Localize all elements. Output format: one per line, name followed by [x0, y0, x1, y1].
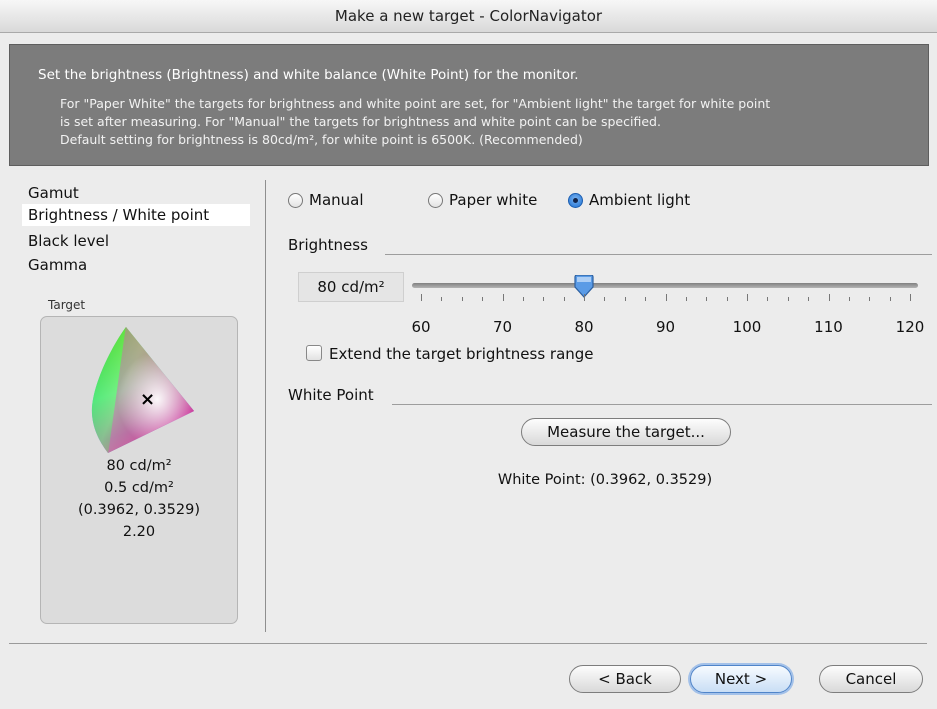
window-title: Make a new target - ColorNavigator	[0, 0, 937, 33]
brightness-section-rule	[385, 254, 932, 255]
mode-radio-ambient-light[interactable]: Ambient light	[568, 190, 690, 210]
slider-tick	[828, 294, 830, 301]
target-gamma-value: 2.20	[122, 524, 156, 540]
slider-tick-label: 100	[732, 318, 762, 336]
slider-tick	[787, 297, 789, 301]
slider-tick	[421, 294, 422, 301]
slider-tick	[706, 297, 708, 301]
slider-tick	[910, 294, 911, 301]
target-brightness-value: 80 cd/m²	[106, 458, 172, 474]
sidebar-item-black-level[interactable]: Black level	[22, 230, 115, 252]
slider-tick	[645, 297, 647, 301]
slider-tick	[563, 297, 565, 301]
white-point-section-label: White Point	[288, 386, 374, 404]
slider-tick	[482, 297, 484, 301]
brightness-slider-track[interactable]	[412, 283, 918, 288]
target-label: Target	[48, 298, 86, 312]
slider-tick	[522, 297, 524, 301]
radio-indicator	[288, 192, 303, 208]
radio-indicator-selected	[568, 192, 583, 208]
slider-tick	[584, 294, 585, 301]
cancel-button[interactable]: Cancel	[819, 665, 923, 693]
mode-label-paper-white: Paper white	[449, 191, 538, 209]
slider-tick	[441, 297, 443, 301]
banner-line-1: For "Paper White" the targets for bright…	[60, 96, 771, 111]
slider-tick	[685, 297, 687, 301]
white-point-section-rule	[392, 404, 932, 405]
sidebar-item-brightness-white-point[interactable]: Brightness / White point	[22, 204, 250, 226]
brightness-section-label: Brightness	[288, 236, 368, 254]
white-point-marker: ×	[140, 389, 156, 410]
banner-line-3: Default setting for brightness is 80cd/m…	[60, 132, 583, 147]
sidebar-divider	[265, 180, 266, 632]
measure-target-button[interactable]: Measure the target...	[521, 418, 731, 446]
instruction-banner: Set the brightness (Brightness) and whit…	[9, 44, 929, 166]
white-point-readout: White Point: (0.3962, 0.3529)	[497, 472, 713, 488]
sidebar-item-gamut[interactable]: Gamut	[22, 182, 85, 204]
slider-tick	[808, 297, 810, 301]
mode-label-manual: Manual	[309, 191, 364, 209]
slider-tick	[502, 294, 504, 301]
target-black-level-value: 0.5 cd/m²	[104, 480, 174, 496]
target-white-point-value: (0.3962, 0.3529)	[77, 502, 200, 518]
banner-line-2: is set after measuring. For "Manual" the…	[60, 114, 661, 129]
slider-tick	[848, 297, 850, 301]
slider-tick-label: 60	[411, 318, 431, 336]
mode-label-ambient-light: Ambient light	[589, 191, 691, 209]
footer-divider	[9, 643, 927, 644]
slider-tick-label: 90	[655, 318, 676, 336]
slider-tick	[624, 297, 626, 301]
brightness-value-field[interactable]: 80 cd/m²	[298, 272, 404, 302]
radio-indicator	[428, 192, 443, 208]
slider-tick	[747, 294, 748, 301]
extend-range-label: Extend the target brightness range	[329, 345, 594, 363]
slider-tick	[543, 297, 545, 301]
slider-tick-label: 120	[895, 318, 925, 336]
slider-tick	[869, 297, 871, 301]
slider-tick-label: 80	[574, 318, 594, 336]
slider-tick-label: 110	[814, 318, 843, 336]
slider-tick	[461, 297, 463, 301]
extend-range-checkbox[interactable]	[306, 345, 322, 361]
slider-tick	[767, 297, 769, 301]
target-summary-panel: × 80 cd/m² 0.5 cd/m² (0.3962, 0.3529) 2.…	[40, 316, 238, 624]
mode-radio-manual[interactable]: Manual	[288, 190, 364, 210]
back-button[interactable]: < Back	[569, 665, 681, 693]
next-button[interactable]: Next >	[690, 665, 792, 693]
slider-tick	[604, 297, 606, 301]
slider-tick	[889, 297, 891, 301]
banner-headline: Set the brightness (Brightness) and whit…	[38, 67, 579, 83]
slider-tick-label: 70	[492, 318, 513, 336]
slider-tick	[665, 294, 667, 301]
sidebar-item-gamma[interactable]: Gamma	[22, 254, 93, 276]
banner-description: For "Paper White" the targets for bright…	[60, 95, 920, 149]
slider-tick	[726, 297, 728, 301]
mode-radio-paper-white[interactable]: Paper white	[428, 190, 537, 210]
